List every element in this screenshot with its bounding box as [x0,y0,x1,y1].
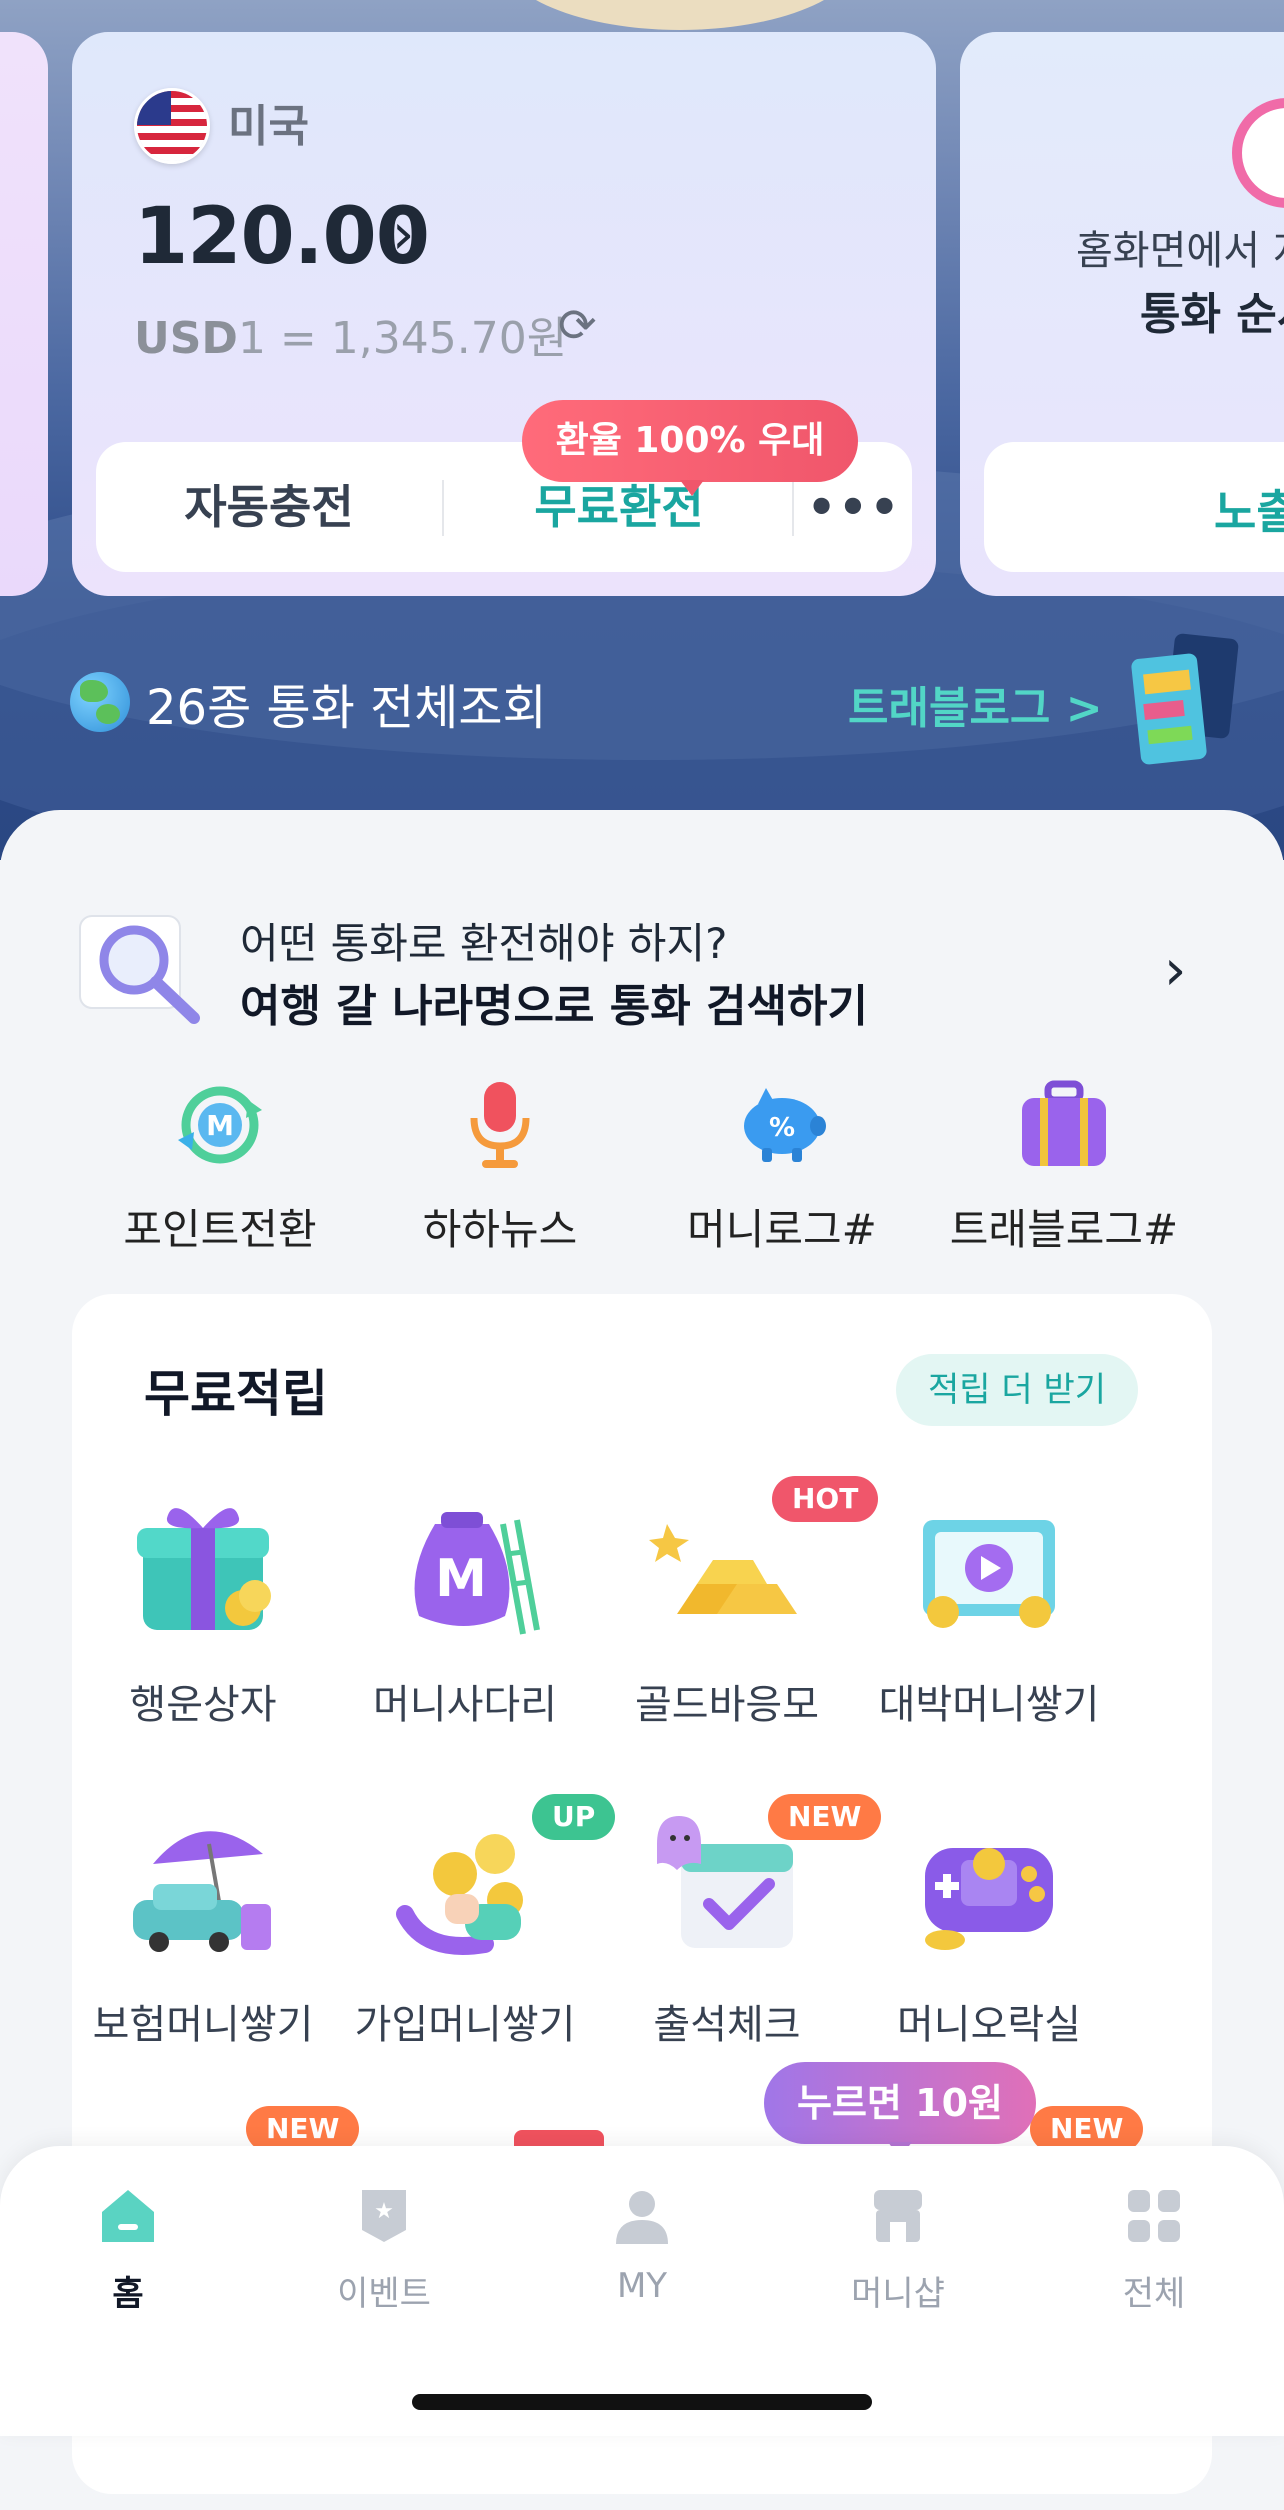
quick-menu-label: 포인트전환 [123,1205,317,1254]
home-indicator [412,2394,872,2410]
chevron-right-icon[interactable]: › [392,202,414,267]
earn-item-attendance[interactable]: 출석체크 [596,1804,858,2050]
country-name: 미국 [228,101,309,152]
search-question: 어떤 통화로 환전해야 하지? [240,919,728,968]
person-icon [616,2191,668,2244]
money-bag-ladder-icon: M [414,1512,540,1635]
earn-item-jackpot-money[interactable]: 대박머니쌓기 [858,1484,1120,1730]
earn-item-label: 출석체크 [653,2002,801,2048]
earn-item-label: 대박머니쌓기 [878,1682,1100,1728]
next-card[interactable]: 홈화면에서 지 통화 순서 노출 [960,32,1284,596]
chevron-right-icon[interactable]: › [1164,938,1186,1003]
search-action[interactable]: 여행 갈 나라명으로 통화 검색하기 [240,970,868,1034]
quick-menu-travelog[interactable]: 트래블로그# [934,1080,1194,1257]
tap-reward-tooltip[interactable]: 누르면 10원 [764,2062,1036,2158]
balance-amount[interactable]: 120.00 [134,192,430,282]
bottom-tab-bar: 홈 ★ 이벤트 MY 머니샵 전체 [0,2146,1284,2436]
tab-home[interactable]: 홈 [38,2184,218,2315]
next-card-button-label: 노출 [1214,485,1284,539]
auto-charge-button[interactable]: 자동충전 [96,442,442,572]
svg-text:%: % [769,1113,795,1143]
earn-item-label: 골드바응모 [635,1682,819,1728]
earn-item-label: 행운상자 [129,1682,277,1728]
svg-text:M: M [206,1109,234,1142]
next-card-line1: 홈화면에서 지 [1076,228,1284,274]
piggy-bank-icon: % [744,1088,826,1162]
tab-label: 이벤트 [337,2274,431,2314]
shop-icon [874,2190,922,2242]
divider [442,480,444,536]
usd-account-card[interactable]: 미국 120.00 › USD1 = 1,345.70원 ⟳ 자동충전 무료환전… [72,32,936,596]
sun-decoration [500,0,860,30]
earn-item-label: 머니사다리 [373,1682,557,1728]
travelog-cards-icon[interactable] [1130,632,1240,772]
rate-currency-code: USD [134,313,238,364]
next-card-button[interactable]: 노출 [984,442,1284,572]
tab-label: MY [616,2266,668,2306]
tab-event[interactable]: ★ 이벤트 [294,2184,474,2315]
video-coins-icon [923,1520,1055,1628]
globe-icon [70,672,130,732]
earn-item-label: 보험머니쌓기 [92,2002,314,2048]
game-console-icon [925,1848,1053,1950]
tab-my[interactable]: MY [552,2184,732,2306]
earn-item-label: 머니오락실 [897,2002,1081,2048]
magnifier-icon [79,915,200,1024]
tab-all[interactable]: 전체 [1064,2184,1244,2315]
suitcase-icon [1022,1080,1106,1166]
divider [792,480,794,536]
earn-item-insurance-money[interactable]: 보험머니쌓기 [72,1804,334,2050]
earn-item-money-arcade[interactable]: 머니오락실 [858,1804,1120,2050]
tab-money-shop[interactable]: 머니샵 [808,2184,988,2315]
promo-bubble: 환율 100% 우대 [522,400,858,496]
car-umbrella-icon [133,1831,271,1952]
prev-card[interactable] [0,32,48,596]
hero-background: 미국 120.00 › USD1 = 1,345.70원 ⟳ 자동충전 무료환전… [0,0,1284,860]
tab-label: 전체 [1122,2274,1186,2314]
quick-menu-label: 머니로그# [687,1205,877,1254]
quick-menu-haha-news[interactable]: 하하뉴스 [370,1080,630,1257]
tab-label: 머니샵 [851,2274,945,2314]
refresh-icon[interactable]: ⟳ [558,298,597,352]
travelog-link[interactable]: 트래블로그 > [848,672,1103,736]
brand-logo-icon [1232,98,1284,208]
exchange-rate: USD1 = 1,345.70원 [134,302,567,366]
quick-menu-label: 트래블로그# [949,1205,1179,1254]
grid-icon [1128,2190,1180,2242]
earn-item-lucky-box[interactable]: 행운상자 [72,1484,334,1730]
home-icon [102,2190,154,2242]
quick-menu-point-exchange[interactable]: M 포인트전환 [90,1080,350,1257]
coins-hand-icon [396,1834,523,1955]
us-flag-icon [134,88,210,164]
all-currencies-link[interactable]: 26종 통화 전체조회 [146,668,547,738]
svg-text:★: ★ [374,2199,394,2224]
quick-menu-label: 하하뉴스 [422,1205,578,1254]
section-title: 무료적립 [144,1365,328,1423]
point-exchange-icon: M [178,1086,262,1164]
svg-text:M: M [435,1549,487,1609]
next-card-line2: 통화 순서 [1140,289,1284,340]
event-icon: ★ [362,2190,406,2242]
earn-more-button[interactable]: 적립 더 받기 [896,1354,1138,1426]
quick-menu-money-log[interactable]: % 머니로그# [652,1080,912,1257]
earn-item-signup-money[interactable]: 가입머니쌓기 [334,1804,596,2050]
gift-box-icon [137,1508,271,1630]
earn-item-money-ladder[interactable]: M 머니사다리 [334,1484,596,1730]
rate-value: 1 = 1,345.70원 [237,313,568,364]
microphone-icon [470,1082,530,1168]
tab-label: 홈 [112,2274,144,2314]
earn-item-label: 가입머니쌓기 [354,2002,576,2048]
